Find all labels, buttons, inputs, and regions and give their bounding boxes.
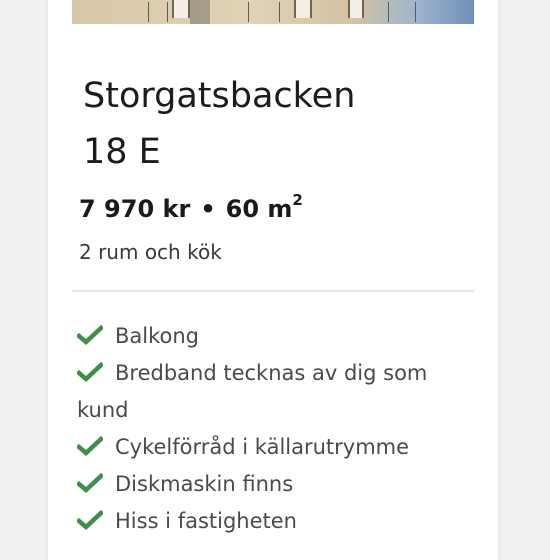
photo-detail <box>248 2 280 22</box>
photo-detail <box>348 0 364 18</box>
checkmark-icon <box>77 362 103 382</box>
amenity-item: Cykelförråd i källarutrymme <box>77 429 457 466</box>
living-area: 60 m <box>225 195 293 223</box>
photo-detail <box>190 0 210 24</box>
room-count: 2 rum och kök <box>79 240 222 264</box>
address-number: 18 E <box>83 132 161 172</box>
photo-detail <box>148 2 168 22</box>
listing-photo[interactable] <box>72 0 474 24</box>
photo-detail <box>388 2 416 22</box>
separator-dot: • <box>200 195 216 223</box>
checkmark-icon <box>77 436 103 456</box>
amenity-label: Diskmaskin finns <box>115 472 294 496</box>
divider <box>72 290 474 292</box>
checkmark-icon <box>77 325 103 345</box>
amenity-label: Balkong <box>115 324 200 348</box>
photo-detail <box>172 0 190 18</box>
listing-address: Storgatsbacken 18 E <box>83 68 463 180</box>
listing-card[interactable]: Storgatsbacken 18 E 7 970 kr • 60 m2 2 rum… <box>48 0 498 560</box>
price-and-area: 7 970 kr • 60 m2 <box>79 191 303 223</box>
amenity-item: Diskmaskin finns <box>77 466 457 503</box>
rent-price: 7 970 kr <box>79 195 191 223</box>
amenity-label: Cykelförråd i källarutrymme <box>115 435 410 459</box>
amenity-label: Bredband tecknas av dig som kund <box>77 361 428 422</box>
amenity-label: Hiss i fastigheten <box>115 509 297 533</box>
address-street: Storgatsbacken <box>83 76 356 116</box>
amenity-item: Balkong <box>77 318 457 355</box>
amenity-item: Hiss i fastigheten <box>77 503 457 540</box>
area-unit-superscript: 2 <box>292 191 303 209</box>
photo-detail <box>294 0 312 18</box>
amenity-list: Balkong Bredband tecknas av dig som kund… <box>77 318 457 540</box>
amenity-item: Bredband tecknas av dig som kund <box>77 355 457 429</box>
checkmark-icon <box>77 473 103 493</box>
checkmark-icon <box>77 510 103 530</box>
